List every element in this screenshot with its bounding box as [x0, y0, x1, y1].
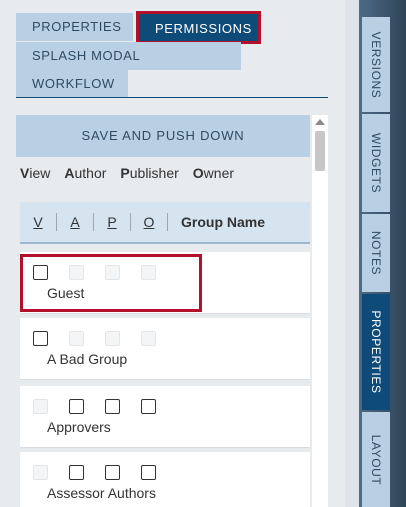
legend-view: View [20, 165, 51, 181]
tab-permissions[interactable]: PERMISSIONS [136, 11, 261, 44]
publisher-checkbox [105, 331, 120, 346]
publisher-checkbox [105, 265, 120, 280]
header-separator [167, 213, 168, 231]
table-row: Assessor Authors [20, 452, 310, 507]
side-tab-layout[interactable]: LAYOUT [362, 412, 390, 507]
side-tab-widgets[interactable]: WIDGETS [362, 114, 390, 212]
header-publisher[interactable]: P [103, 214, 121, 230]
author-checkbox [69, 265, 84, 280]
owner-checkbox[interactable] [141, 399, 156, 414]
side-tab-properties[interactable]: PROPERTIES [362, 294, 390, 410]
tab-splash-modal-properties[interactable]: SPLASH MODAL PROPERTIES [16, 42, 241, 91]
legend-publisher: Publisher [120, 165, 179, 181]
publisher-checkbox[interactable] [105, 465, 120, 480]
legend-owner: Owner [192, 165, 235, 181]
publisher-checkbox[interactable] [105, 399, 120, 414]
legend-author: Author [64, 165, 107, 181]
side-tab-versions[interactable]: VERSIONS [362, 17, 390, 112]
view-checkbox[interactable] [33, 331, 48, 346]
tabs-divider [16, 97, 328, 98]
owner-checkbox [141, 331, 156, 346]
scrollbar[interactable] [312, 115, 328, 507]
group-name: A Bad Group [47, 351, 128, 367]
permissions-table-header: V A P O Group Name [20, 202, 310, 244]
table-row: Guest [20, 252, 310, 314]
view-checkbox [33, 399, 48, 414]
scrollbar-thumb[interactable] [315, 131, 325, 171]
header-separator [93, 213, 94, 231]
properties-panel: PROPERTIES PERMISSIONS SPLASH MODAL PROP… [0, 0, 345, 507]
group-name: Assessor Authors [47, 485, 156, 501]
header-separator [56, 213, 57, 231]
view-checkbox[interactable] [33, 265, 48, 280]
side-tab-notes[interactable]: NOTES [362, 214, 390, 292]
tab-workflow[interactable]: WORKFLOW [16, 70, 128, 98]
header-group-name[interactable]: Group Name [181, 214, 265, 230]
table-row: A Bad Group [20, 318, 310, 380]
author-checkbox[interactable] [69, 399, 84, 414]
group-name: Approvers [47, 419, 111, 435]
author-checkbox[interactable] [69, 465, 84, 480]
table-row: Approvers [20, 386, 310, 448]
save-and-push-down-button[interactable]: SAVE AND PUSH DOWN [16, 115, 310, 157]
author-checkbox [69, 331, 84, 346]
header-owner[interactable]: O [140, 214, 158, 230]
permission-legend: View Author Publisher Owner [20, 165, 234, 183]
owner-checkbox[interactable] [141, 465, 156, 480]
header-author[interactable]: A [66, 214, 84, 230]
header-view[interactable]: V [29, 214, 47, 230]
group-name: Guest [47, 285, 85, 301]
scroll-up-arrow-icon[interactable] [315, 119, 325, 125]
header-separator [130, 213, 131, 231]
tab-properties[interactable]: PROPERTIES [16, 13, 133, 41]
owner-checkbox [141, 265, 156, 280]
view-checkbox [33, 465, 48, 480]
